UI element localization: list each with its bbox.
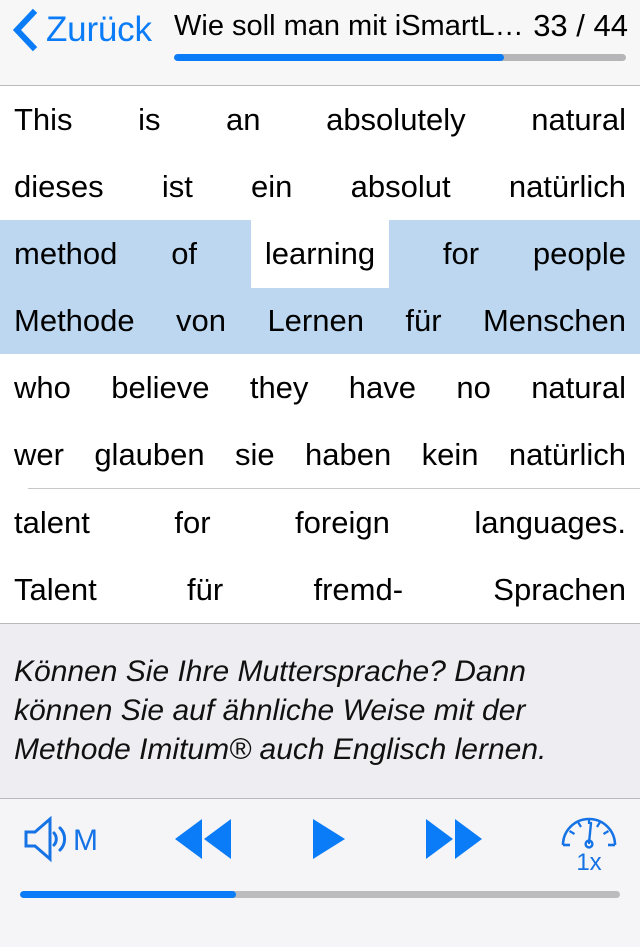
target-word[interactable]: natürlich [509,437,626,473]
source-word[interactable]: have [349,370,416,406]
source-word[interactable]: believe [111,370,209,406]
target-word[interactable]: Menschen [483,303,626,339]
audio-mode-label: M [73,824,98,857]
selected-word[interactable]: learning [250,219,390,288]
source-word[interactable]: people [533,236,626,272]
target-line: dieses ist ein absolut natürlich [14,153,626,220]
target-word[interactable]: dieses [14,169,104,205]
target-word[interactable]: sie [235,437,275,473]
source-word[interactable]: for [174,505,210,541]
back-button[interactable]: Zurück [12,8,152,52]
target-word[interactable]: ist [162,169,193,205]
source-word[interactable]: foreign [295,505,390,541]
source-word[interactable]: of [171,236,197,272]
fast-forward-button[interactable] [422,816,486,867]
source-word[interactable]: This [14,102,73,138]
target-word[interactable]: wer [14,437,64,473]
source-word[interactable]: who [14,370,71,406]
playback-progress-fill [20,891,236,898]
rewind-button[interactable] [171,816,235,867]
source-word[interactable]: natural [531,102,626,138]
source-word[interactable]: for [443,236,479,272]
target-word[interactable]: Talent [14,572,97,608]
target-word[interactable]: Lernen [267,303,364,339]
speaker-wave-icon [20,813,72,870]
page-counter: 33 / 44 [533,8,628,43]
target-word[interactable]: natürlich [509,169,626,205]
chevron-left-icon [12,8,38,52]
translation-note-text: Können Sie Ihre Muttersprache? Dann könn… [14,655,547,766]
speedometer-icon [558,808,620,855]
document-title: Wie soll man mit iSmartL… [174,10,522,42]
navigation-bar: Zurück Wie soll man mit iSmartL… 33 / 44 [0,0,640,86]
target-word[interactable]: haben [305,437,391,473]
back-button-label: Zurück [46,10,152,49]
word-pair-block[interactable]: who believe they have no natural wer glauben sie… [0,354,640,488]
title-row: Wie soll man mit iSmartL… 33 / 44 [172,6,628,46]
source-word[interactable]: they [250,370,309,406]
playback-progress-bar[interactable] [20,891,620,898]
source-line: method of learning for people [14,219,626,288]
source-word[interactable]: talent [14,505,90,541]
source-line: This is an absolutely natural [14,86,626,153]
target-line: wer glauben sie haben kein natürlich [14,421,626,488]
rewind-icon [171,816,235,867]
source-word[interactable]: an [226,102,260,138]
target-line: Talent für fremd- Sprachen [14,556,626,623]
play-button[interactable] [307,816,349,867]
target-word[interactable]: für [405,303,441,339]
source-word[interactable]: absolutely [326,102,466,138]
word-pair-list: This is an absolutely natural dieses ist ein abs… [0,86,640,623]
word-pair-block[interactable]: This is an absolutely natural dieses ist ein abs… [0,86,640,220]
target-word[interactable]: fremd- [313,572,403,608]
source-word[interactable]: languages. [474,505,626,541]
translation-note-panel: Können Sie Ihre Muttersprache? Dann könn… [0,623,640,799]
audiobook-reader-screen: Zurück Wie soll man mit iSmartL… 33 / 44… [0,0,640,947]
target-word[interactable]: von [176,303,226,339]
target-word[interactable]: ein [251,169,292,205]
target-word[interactable]: Methode [14,303,135,339]
target-word[interactable]: Sprachen [493,572,626,608]
word-pair-block[interactable]: method of learning for people Methode von Lerne… [0,219,640,354]
target-word[interactable]: für [187,572,223,608]
document-progress-fill [174,54,504,61]
playback-speed-label: 1x [576,848,602,876]
source-word[interactable]: method [14,236,117,272]
audio-mode-button[interactable]: M [20,813,98,870]
player-controls: M 1x [0,799,640,883]
source-line: talent for foreign languages. [14,489,626,556]
player-toolbar: M 1x [0,799,640,947]
target-line: Methode von Lernen für Menschen [14,287,626,354]
playback-speed-button[interactable]: 1x [558,808,620,875]
target-word[interactable]: kein [422,437,479,473]
source-word[interactable]: no [456,370,490,406]
target-word[interactable]: glauben [94,437,204,473]
play-icon [307,816,349,867]
source-line: who believe they have no natural [14,354,626,421]
fast-forward-icon [422,816,486,867]
word-pair-block[interactable]: talent for foreign languages. Talent für fremd… [0,489,640,623]
document-progress-bar[interactable] [174,54,626,61]
source-word[interactable]: natural [531,370,626,406]
source-word[interactable]: is [138,102,160,138]
target-word[interactable]: absolut [351,169,451,205]
